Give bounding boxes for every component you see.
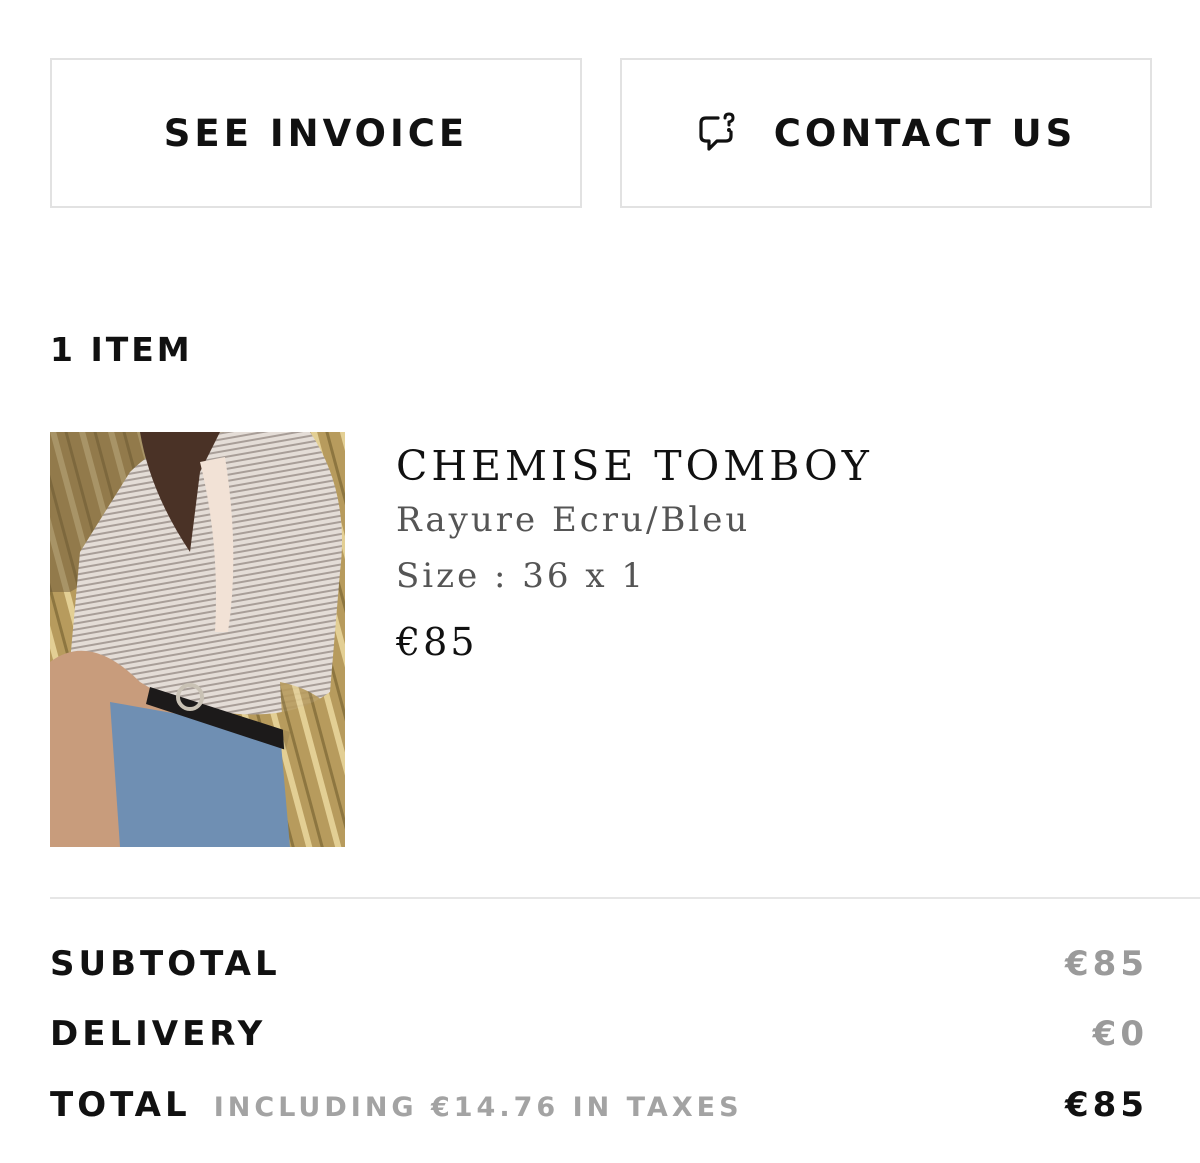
subtotal-value: €85 bbox=[1065, 944, 1148, 984]
see-invoice-label: SEE INVOICE bbox=[163, 111, 469, 155]
see-invoice-button[interactable]: SEE INVOICE bbox=[50, 58, 582, 208]
total-label: TOTAL bbox=[50, 1085, 191, 1125]
size-label: Size bbox=[396, 556, 481, 596]
product-price: €85 bbox=[396, 620, 478, 664]
product-color: Rayure Ecru/Bleu bbox=[396, 500, 751, 540]
product-image[interactable] bbox=[50, 432, 345, 847]
subtotal-row: SUBTOTAL €85 bbox=[50, 944, 1148, 984]
subtotal-label: SUBTOTAL bbox=[50, 944, 281, 984]
delivery-row: DELIVERY €0 bbox=[50, 1014, 1148, 1054]
product-name[interactable]: CHEMISE TOMBOY bbox=[396, 440, 873, 492]
size-value: 36 x 1 bbox=[522, 556, 646, 596]
contact-us-button[interactable]: CONTACT US bbox=[620, 58, 1152, 208]
tax-note: INCLUDING €14.76 IN TAXES bbox=[213, 1092, 743, 1123]
delivery-label: DELIVERY bbox=[50, 1014, 267, 1054]
contact-us-label: CONTACT US bbox=[773, 111, 1077, 155]
summary-divider bbox=[50, 897, 1200, 899]
total-row: TOTAL INCLUDING €14.76 IN TAXES €85 bbox=[50, 1085, 1148, 1125]
product-details: CHEMISE TOMBOY Rayure Ecru/Bleu Size : 3… bbox=[396, 440, 873, 670]
size-separator: : bbox=[494, 556, 509, 596]
items-count-heading: 1 ITEM bbox=[50, 330, 193, 369]
delivery-value: €0 bbox=[1092, 1014, 1148, 1054]
chat-question-icon bbox=[696, 112, 740, 154]
total-value: €85 bbox=[1065, 1085, 1148, 1125]
product-size: Size : 36 x 1 bbox=[396, 548, 873, 604]
